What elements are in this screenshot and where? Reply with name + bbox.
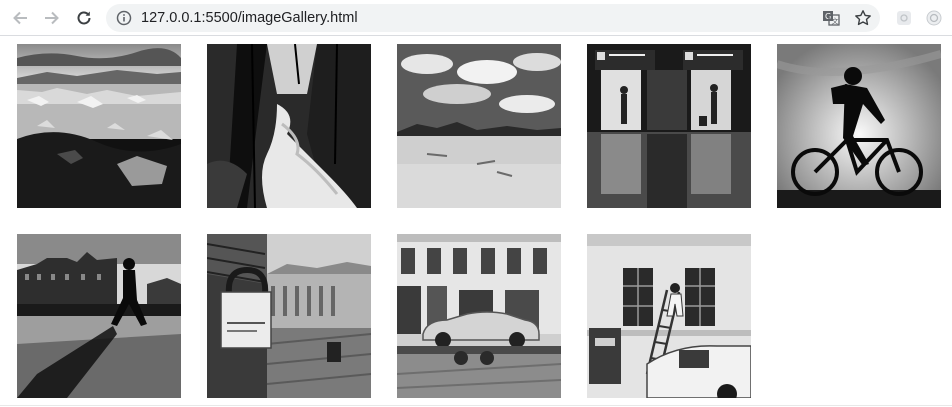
gallery-image-icebergs[interactable] xyxy=(17,44,181,208)
gallery-image-walking-silhouette[interactable] xyxy=(17,234,181,398)
svg-text:G: G xyxy=(825,12,831,21)
gallery-image-desert-clouds[interactable] xyxy=(397,44,561,208)
reload-icon[interactable] xyxy=(72,6,96,30)
gallery-image-padlock[interactable] xyxy=(207,234,371,398)
gallery-image-painter-van[interactable] xyxy=(587,234,751,398)
page-divider xyxy=(0,405,952,406)
site-info-icon[interactable] xyxy=(116,10,132,26)
translate-icon[interactable]: G文 xyxy=(822,10,840,26)
extension-icon[interactable] xyxy=(924,8,944,28)
gallery-image-cyclist[interactable] xyxy=(777,44,941,208)
svg-text:文: 文 xyxy=(832,17,839,26)
gallery-image-waterfall[interactable] xyxy=(207,44,371,208)
url-text[interactable]: 127.0.0.1:5500/imageGallery.html xyxy=(141,9,358,27)
gallery-image-train-doors[interactable] xyxy=(587,44,751,208)
browser-toolbar: 127.0.0.1:5500/imageGallery.html G文 xyxy=(0,0,952,36)
bookmark-star-icon[interactable] xyxy=(854,9,872,27)
gallery-image-car-trailer[interactable] xyxy=(397,234,561,398)
extension-icon[interactable] xyxy=(894,8,914,28)
forward-arrow-icon[interactable] xyxy=(40,6,64,30)
address-bar[interactable]: 127.0.0.1:5500/imageGallery.html G文 xyxy=(106,4,880,32)
back-arrow-icon[interactable] xyxy=(8,6,32,30)
